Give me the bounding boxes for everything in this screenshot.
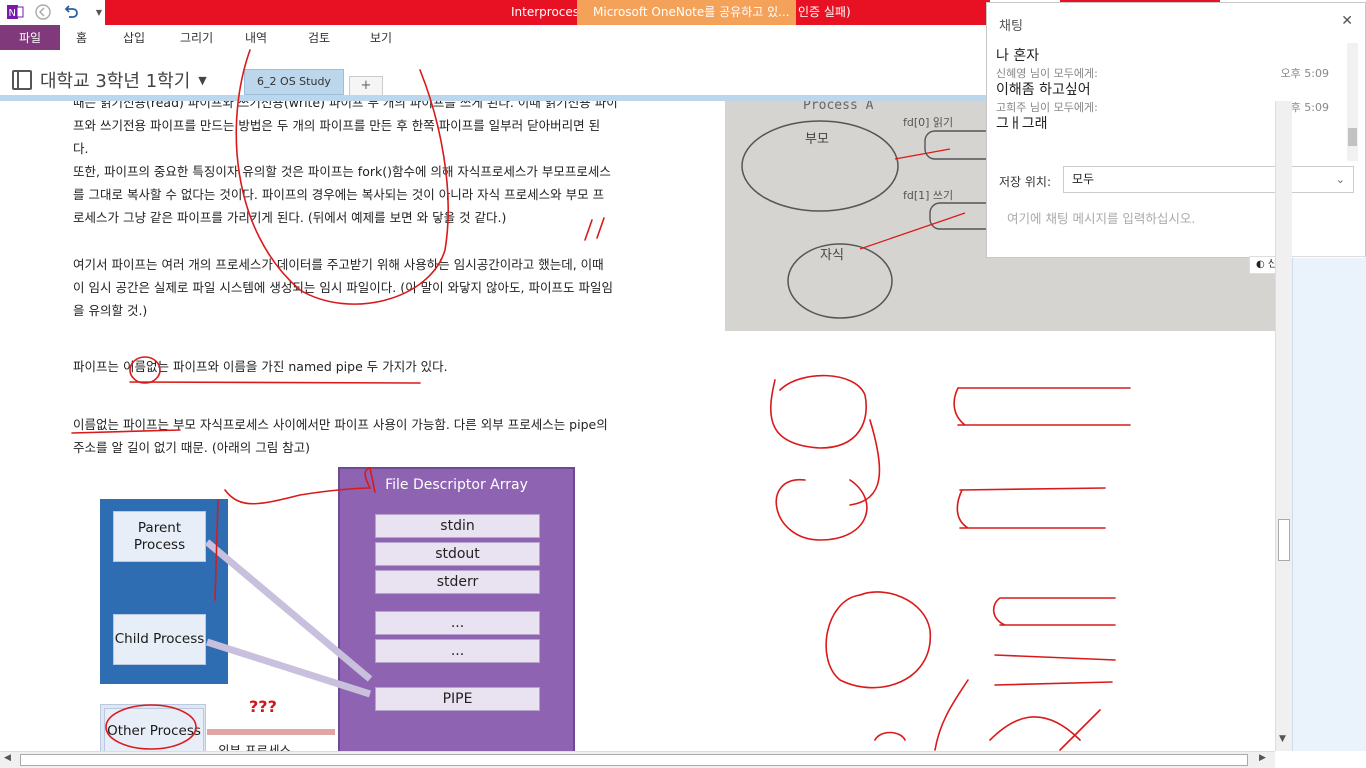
svg-text:N: N <box>9 8 16 19</box>
paragraph-line: 때는 읽기전용(read) 파이프와 쓰기전용(write) 파이프 두 개의 … <box>73 101 618 110</box>
chat-message: 나 혼자 <box>996 48 1040 64</box>
paragraph-line: 이름없는 파이프는 부모 자식프로세스 사이에서만 파이프 사용이 가능함. 다… <box>73 417 608 432</box>
photo-label-fd1: fd[1] 쓰기 <box>903 189 953 202</box>
tab-review[interactable]: 검토 <box>300 25 360 50</box>
close-icon[interactable]: ✕ <box>1341 13 1353 29</box>
headset-icon: ◐ <box>1256 259 1265 270</box>
pipe-diagram[interactable]: Parent Process Child Process Other Proce… <box>80 464 575 751</box>
horizontal-scroll-thumb[interactable] <box>20 754 1248 766</box>
paragraph-line: 이 임시 공간은 실제로 파일 시스템에 생성되는 임시 파일이다. (이 말이… <box>73 280 613 295</box>
add-section-button[interactable]: + <box>349 76 383 96</box>
notification-text-right: 인증 실패) <box>798 5 851 19</box>
photo-label-process: Process A <box>803 101 874 113</box>
notebook-selector[interactable]: 대학교 3학년 1학기 ▼ <box>12 67 207 93</box>
chevron-down-icon: ⌄ <box>1335 173 1345 186</box>
notification-text-left: Interprocess <box>511 5 586 19</box>
notebook-icon <box>12 70 32 90</box>
photo-label-parent: 부모 <box>805 132 829 147</box>
chat-message: 그ㅐ그래 <box>996 116 1048 132</box>
tab-view[interactable]: 보기 <box>360 25 420 50</box>
tab-home[interactable]: 홈 <box>60 25 120 50</box>
photo-label-fd0: fd[0] 읽기 <box>903 116 953 129</box>
scroll-right-icon[interactable]: ▶ <box>1259 753 1266 763</box>
undo-icon[interactable] <box>62 3 80 21</box>
paragraph-line: 프와 쓰기전용 파이프를 만드는 방법은 두 개의 파이프를 만든 후 한쪽 파… <box>73 118 601 133</box>
chat-time: 오후 5:09 <box>1280 67 1329 80</box>
notebook-title: 대학교 3학년 1학기 <box>40 71 191 92</box>
scroll-left-icon[interactable]: ◀ <box>4 753 11 763</box>
paragraph-line: 을 유의할 것.) <box>73 303 148 318</box>
back-icon[interactable] <box>34 3 52 21</box>
chevron-down-icon: ▼ <box>198 73 207 87</box>
save-location-label: 저장 위치: <box>999 175 1052 189</box>
vertical-scroll-thumb[interactable] <box>1278 519 1290 561</box>
diagram-caption: 외부 프로세스 <box>218 743 291 751</box>
page-list-panel <box>1292 258 1366 751</box>
save-location-value: 모두 <box>1072 172 1095 186</box>
save-location-select[interactable]: 모두 ⌄ <box>1063 166 1354 193</box>
tab-draw[interactable]: 그리기 <box>180 25 240 50</box>
onenote-app-icon: N <box>6 3 24 21</box>
scroll-down-icon[interactable]: ▼ <box>1279 734 1286 744</box>
tab-section-os-study[interactable]: 6_2 OS Study <box>244 69 344 95</box>
quick-access-toolbar: N ▼ <box>6 3 108 21</box>
horizontal-scrollbar[interactable]: ◀ ▶ <box>0 751 1275 768</box>
chat-scrollbar[interactable] <box>1347 43 1358 161</box>
paragraph-line: 또한, 파이프의 중요한 특징이자 유의할 것은 파이프는 fork()함수에 … <box>73 164 611 179</box>
chat-message: 이해좀 하고싶어 <box>996 82 1091 98</box>
sharing-toast[interactable]: Microsoft OneNote를 공유하고 있... <box>577 0 796 25</box>
chat-panel: 채팅 ✕ 나 혼자 신혜영 님이 모두에게: 오후 5:09 이해좀 하고싶어 … <box>986 2 1366 258</box>
tab-history[interactable]: 내역 <box>240 25 300 50</box>
tab-insert[interactable]: 삽입 <box>120 25 180 50</box>
chat-title: 채팅 <box>999 19 1023 34</box>
paragraph-line: 주소를 알 길이 없기 때문. (아래의 그림 참고) <box>73 440 311 455</box>
paragraph-line: 여기서 파이프는 여러 개의 프로세스가 데이터를 주고받기 위해 사용하는 임… <box>73 257 604 272</box>
diagram-arrows <box>204 539 373 735</box>
paragraph-line: 로세스가 그냥 같은 파이프를 가리키게 된다. (뒤에서 예제를 보면 와 닿… <box>73 210 507 225</box>
paragraph-line: 파이프는 이름없는 파이프와 이름을 가진 named pipe 두 가지가 있… <box>73 359 448 374</box>
chat-scroll-thumb[interactable] <box>1348 128 1357 146</box>
chat-input[interactable]: 여기에 채팅 메시지를 입력하십시오. <box>1007 208 1195 227</box>
paragraph-line: 다. <box>73 141 89 156</box>
question-marks: ??? <box>249 697 277 716</box>
vertical-scrollbar[interactable]: ▼ <box>1275 101 1292 751</box>
paragraph-line: 를 그대로 복사할 수 없다는 것이다. 파이프의 경우에는 복사되는 것이 아… <box>73 187 605 202</box>
photo-label-child: 자식 <box>820 248 844 263</box>
notification-bar[interactable]: Interprocess 인증 실패) <box>105 0 990 25</box>
tab-file[interactable]: 파일 <box>0 25 60 50</box>
